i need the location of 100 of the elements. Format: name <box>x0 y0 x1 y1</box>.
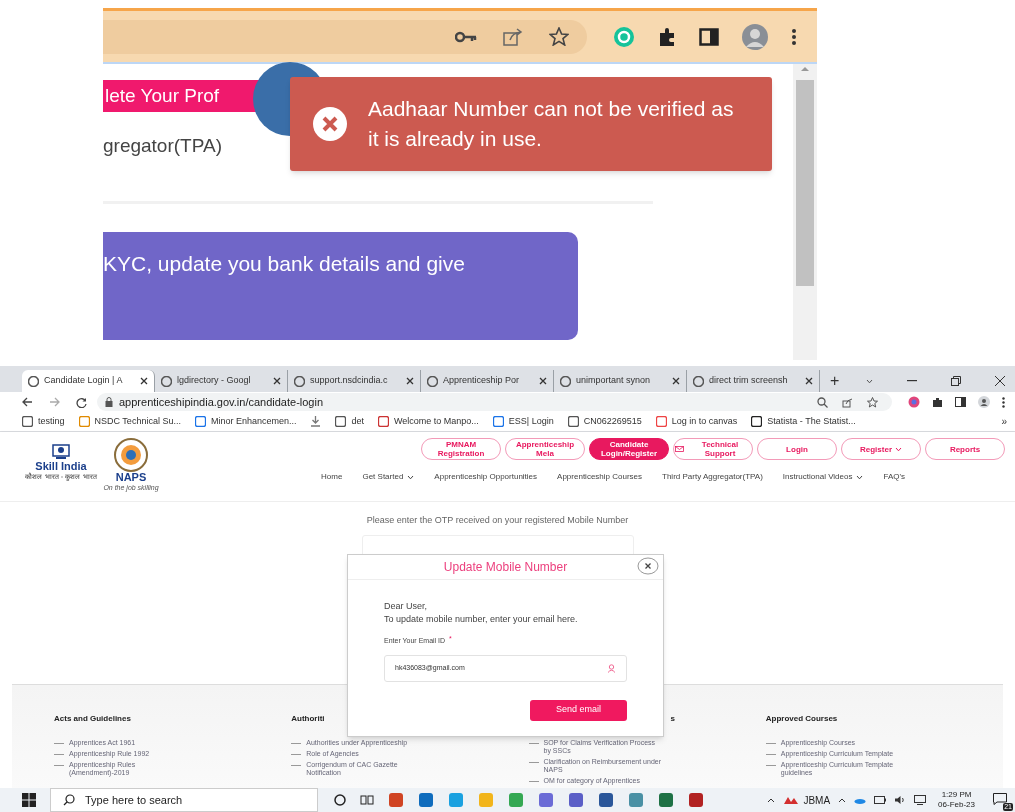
header-button[interactable]: Candidate Login/Register <box>589 438 669 460</box>
app-icon[interactable] <box>418 792 434 808</box>
app-icon[interactable] <box>538 792 554 808</box>
sidebar-icon[interactable] <box>955 397 966 407</box>
reload-icon[interactable] <box>76 396 87 408</box>
header-button[interactable]: PMNAM Registration <box>421 438 501 460</box>
header-button[interactable]: Technical Support <box>673 438 753 460</box>
cortana-icon[interactable] <box>334 794 346 806</box>
share-icon[interactable] <box>503 27 523 46</box>
notification-icon[interactable] <box>993 793 1007 805</box>
close-icon[interactable] <box>273 377 281 385</box>
favicon-icon <box>161 375 172 387</box>
lock-icon <box>105 397 113 407</box>
clock-time[interactable]: 1:29 PM <box>941 790 972 800</box>
bookmark-icon[interactable] <box>310 416 322 427</box>
bookmark-link[interactable]: Log in to canvas <box>655 414 738 429</box>
nav-link[interactable]: Third Party Aggregator(TPA) <box>662 471 763 483</box>
address-url: apprenticeshipindia.gov.in/candidate-login <box>119 394 324 410</box>
tab-title: direct trim screensh <box>709 374 789 388</box>
nav-link[interactable]: FAQ's <box>883 471 905 483</box>
chevron-up-icon[interactable] <box>767 797 776 803</box>
battery-icon[interactable] <box>874 796 887 804</box>
task-view-icon[interactable] <box>360 794 374 806</box>
error-icon <box>312 106 348 142</box>
extension-circle-icon[interactable] <box>908 396 920 408</box>
logo-title: Skill India <box>35 460 87 472</box>
star-icon[interactable] <box>867 396 878 408</box>
error-message: Aadhaar Number can not be verified as it is already in use. <box>368 96 735 152</box>
new-tab-button[interactable]: + <box>830 370 840 392</box>
app-icon[interactable] <box>508 792 524 808</box>
nav-link[interactable]: Instructional Videos <box>782 471 864 483</box>
app-icon[interactable] <box>598 792 614 808</box>
skill-india-logo-icon <box>52 444 70 460</box>
tab-title: lgdirectory - Googl <box>177 374 252 388</box>
app-icon[interactable] <box>688 792 704 808</box>
header-button[interactable]: Register <box>841 438 921 460</box>
more-bookmarks-button[interactable]: » <box>1001 414 1007 429</box>
address-bar[interactable]: apprenticeshipindia.gov.in/candidate-login <box>97 393 892 411</box>
chevron-up-icon[interactable] <box>838 797 847 803</box>
minimize-icon[interactable] <box>907 380 917 382</box>
star-icon[interactable] <box>549 27 569 46</box>
info-banner: KYC, update you bank details and give <box>103 231 578 340</box>
bookmark-link[interactable]: NSDC Technical Su... <box>78 414 181 429</box>
tray-app[interactable]: JBMA <box>783 792 831 808</box>
scrollbar-thumb[interactable] <box>796 80 814 286</box>
nav-link[interactable]: Home <box>321 471 343 483</box>
share-icon[interactable] <box>842 396 853 408</box>
chevron-down-icon <box>866 378 873 384</box>
menu-icon[interactable] <box>791 27 797 46</box>
app-icon[interactable] <box>628 792 644 808</box>
bookmark-link[interactable]: Minor Enhancemen... <box>194 414 297 429</box>
logo-title: NAPS <box>115 472 147 483</box>
send-email-button[interactable]: Send email <box>530 699 627 721</box>
clock-date[interactable]: 06-Feb-23 <box>938 800 975 810</box>
app-icon[interactable] <box>568 792 584 808</box>
windows-start-icon[interactable] <box>22 793 36 807</box>
tray-app-icon <box>783 795 800 805</box>
bookmark-link[interactable]: Statista - The Statist... <box>751 414 856 429</box>
header-button[interactable]: Apprenticeship Mela <box>505 438 585 460</box>
header-button[interactable]: Reports <box>925 438 1005 460</box>
close-icon[interactable] <box>995 376 1005 386</box>
nav-link[interactable]: Apprenticeship Courses <box>557 471 642 483</box>
sidebar-icon[interactable] <box>699 27 719 46</box>
otp-instruction: Please enter the OTP received on your registered Mobile Number <box>365 514 630 527</box>
search-icon <box>63 794 75 806</box>
bookmark-link[interactable]: ESS| Login <box>492 414 554 429</box>
complete-profile-button[interactable]: lete Your Prof <box>103 80 259 112</box>
nav-link[interactable]: Apprenticeship Opportunities <box>434 471 538 483</box>
taskbar-search[interactable]: Type here to search <box>50 788 318 812</box>
bookmark-link[interactable]: Welcome to Manpo... <box>377 414 479 429</box>
bookmark-link[interactable]: testing <box>22 414 65 429</box>
profile-avatar-icon[interactable] <box>978 396 990 408</box>
close-icon[interactable] <box>539 377 547 385</box>
favicon-icon <box>294 375 305 387</box>
greeting-text: Dear User, <box>384 600 428 613</box>
bookmark-link[interactable]: CN062269515 <box>567 414 642 429</box>
zoom-icon[interactable] <box>817 396 828 408</box>
restore-icon[interactable] <box>951 376 961 386</box>
mail-icon <box>675 446 684 452</box>
favicon-icon <box>693 375 704 387</box>
favicon-icon <box>377 416 389 427</box>
close-icon[interactable] <box>406 377 414 385</box>
speaker-icon[interactable] <box>894 795 907 805</box>
browser-tab[interactable]: Candidate Login | A <box>22 370 155 392</box>
forward-icon <box>49 397 60 407</box>
header-button[interactable]: Login <box>757 438 837 460</box>
app-icon[interactable] <box>658 792 674 808</box>
favicon-icon <box>22 416 33 427</box>
app-icon[interactable] <box>388 792 404 808</box>
back-icon[interactable] <box>22 397 33 407</box>
close-icon[interactable] <box>672 377 680 385</box>
close-icon[interactable] <box>805 377 813 385</box>
bookmark-link[interactable]: det <box>335 414 364 429</box>
search-placeholder: Type here to search <box>85 792 183 808</box>
close-icon[interactable] <box>140 377 148 385</box>
favicon-icon <box>567 416 579 427</box>
menu-icon[interactable] <box>1002 396 1005 408</box>
key-icon[interactable] <box>455 29 477 44</box>
favicon-icon <box>492 416 504 427</box>
nav-link[interactable]: Get Started <box>362 471 415 483</box>
